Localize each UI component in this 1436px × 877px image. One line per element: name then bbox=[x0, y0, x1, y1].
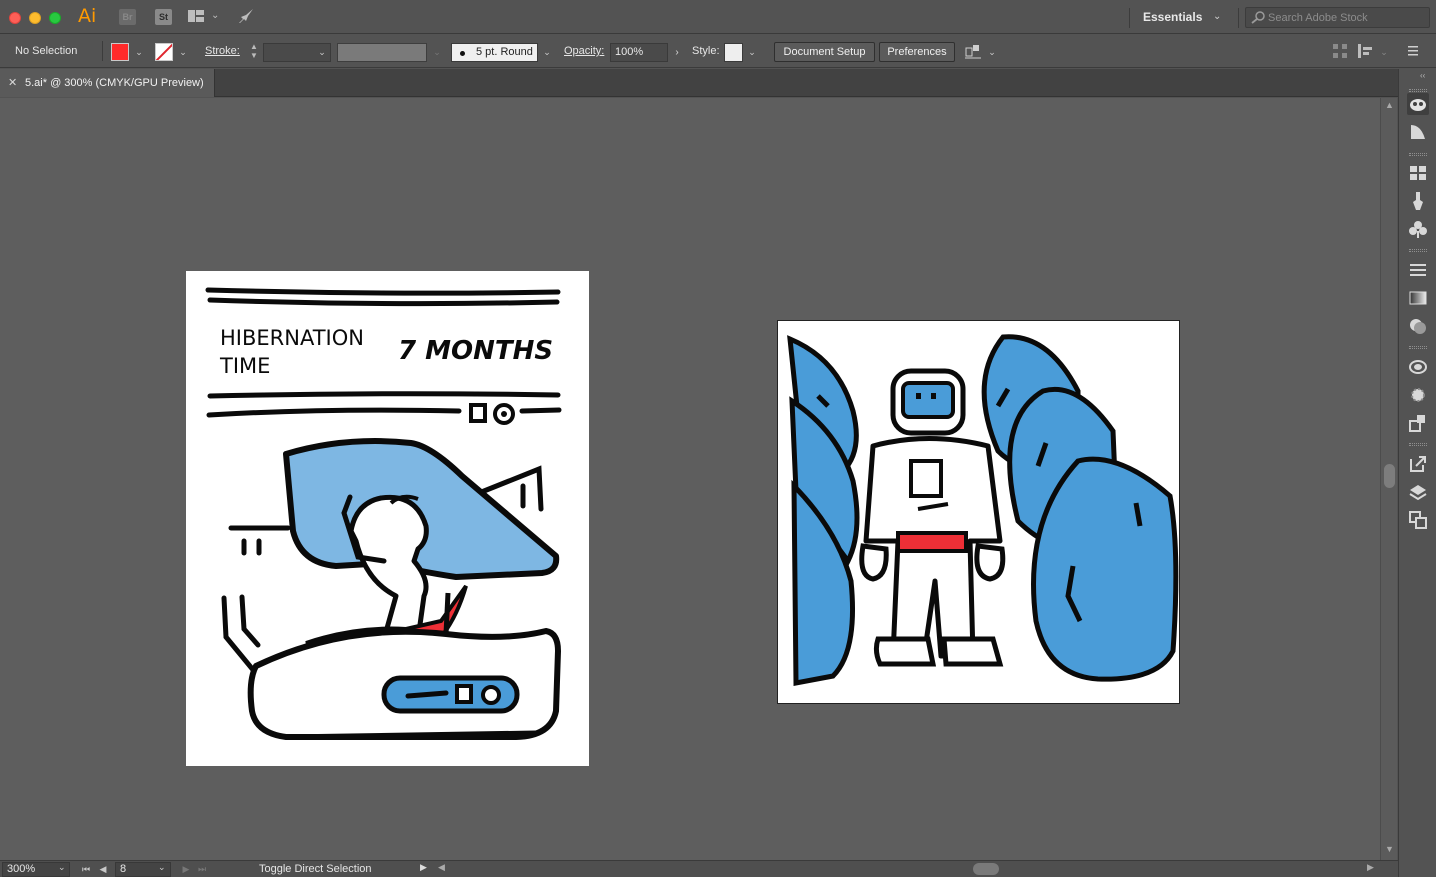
search-icon bbox=[1251, 11, 1265, 24]
divider bbox=[102, 41, 103, 61]
stroke-swatch[interactable] bbox=[155, 43, 173, 61]
panel-grip[interactable] bbox=[1409, 249, 1427, 252]
variable-width-profile[interactable] bbox=[337, 43, 427, 62]
divider bbox=[1129, 8, 1130, 28]
status-menu-icon[interactable]: ▶ bbox=[420, 862, 427, 873]
scroll-left-icon[interactable]: ◀ bbox=[438, 862, 445, 873]
astronaut-illustration bbox=[787, 334, 1179, 687]
chevron-down-icon[interactable]: ⌄ bbox=[158, 862, 166, 873]
chevron-down-icon[interactable]: ⌄ bbox=[58, 862, 66, 873]
stroke-weight-stepper[interactable]: ▲ ▼ bbox=[248, 42, 260, 62]
fill-swatch[interactable] bbox=[111, 43, 129, 61]
color-themes-icon[interactable] bbox=[1407, 356, 1429, 378]
workspace-switcher[interactable]: Essentials bbox=[1143, 10, 1202, 24]
vertical-scrollbar[interactable]: ▲ ▼ bbox=[1380, 98, 1397, 860]
selection-status: No Selection bbox=[15, 45, 78, 57]
document-setup-button[interactable]: Document Setup bbox=[774, 42, 875, 62]
panel-grip[interactable] bbox=[1409, 89, 1427, 92]
scroll-down-icon[interactable]: ▼ bbox=[1385, 844, 1394, 854]
chevron-down-icon[interactable]: ⌄ bbox=[985, 43, 999, 61]
opacity-label[interactable]: Opacity: bbox=[564, 45, 604, 57]
bridge-button[interactable]: Br bbox=[119, 9, 136, 25]
opacity-field[interactable]: 100% bbox=[610, 43, 668, 62]
stock-search-box[interactable] bbox=[1245, 7, 1430, 28]
panel-grip[interactable] bbox=[1409, 346, 1427, 349]
gpu-performance-icon[interactable] bbox=[237, 8, 255, 25]
panel-menu-icon[interactable] bbox=[1406, 44, 1420, 58]
minimize-window-button[interactable] bbox=[29, 12, 41, 24]
artboard-astronaut[interactable] bbox=[777, 320, 1180, 704]
horizontal-scroll-thumb[interactable] bbox=[973, 863, 999, 875]
graphic-styles-icon[interactable] bbox=[1407, 412, 1429, 434]
isolate-icon[interactable] bbox=[1358, 44, 1372, 58]
chevron-down-icon[interactable]: ⌄ bbox=[132, 43, 146, 61]
brush-tip-icon bbox=[460, 51, 465, 56]
symbols-icon[interactable] bbox=[1407, 218, 1429, 240]
heading-text-2: TIME bbox=[219, 354, 270, 378]
chevron-down-icon[interactable]: ⌄ bbox=[745, 43, 759, 61]
chevron-down-icon[interactable]: ⌄ bbox=[430, 43, 444, 61]
zoom-window-button[interactable] bbox=[49, 12, 61, 24]
status-bar: 300% ⌄ ⏮ ◀ 8 ⌄ ▶ ⏭ Toggle Direct Selecti… bbox=[0, 860, 1398, 877]
brush-definition-field[interactable]: 5 pt. Round bbox=[451, 43, 538, 62]
chevron-down-icon[interactable]: ⌄ bbox=[1213, 11, 1221, 22]
search-input[interactable] bbox=[1268, 9, 1426, 26]
collapse-panels-icon[interactable]: ‹‹ bbox=[1420, 71, 1425, 80]
divider bbox=[1238, 8, 1239, 28]
scroll-right-icon[interactable]: ▶ bbox=[1367, 862, 1374, 873]
chevron-down-icon[interactable]: ⌄ bbox=[211, 10, 219, 21]
graphic-style-swatch[interactable] bbox=[724, 43, 743, 62]
stroke-icon[interactable] bbox=[1407, 259, 1429, 281]
appearance-icon[interactable] bbox=[1407, 384, 1429, 406]
swatches-icon[interactable] bbox=[1407, 162, 1429, 184]
stroke-label[interactable]: Stroke: bbox=[205, 45, 240, 57]
illustrator-logo: Ai bbox=[78, 5, 97, 27]
status-text: Toggle Direct Selection bbox=[259, 863, 372, 875]
next-artboard-icon[interactable]: ▶ bbox=[180, 862, 192, 876]
months-text: 7 MONTHS bbox=[398, 336, 553, 366]
arrange-documents-icon[interactable] bbox=[188, 10, 204, 22]
previous-artboard-icon[interactable]: ◀ bbox=[97, 862, 109, 876]
style-label: Style: bbox=[692, 45, 720, 57]
chevron-down-icon[interactable]: ⌄ bbox=[1377, 43, 1391, 61]
document-tab-title: 5.ai* @ 300% (CMYK/GPU Preview) bbox=[25, 77, 204, 89]
close-window-button[interactable] bbox=[9, 12, 21, 24]
align-objects-icon[interactable] bbox=[965, 44, 981, 60]
panel-grip[interactable] bbox=[1409, 443, 1427, 446]
cc-libraries-icon[interactable] bbox=[1407, 93, 1429, 115]
panel-dock: ‹‹ bbox=[1398, 69, 1436, 877]
chevron-right-icon[interactable]: › bbox=[670, 43, 684, 62]
brush-name: 5 pt. Round bbox=[476, 46, 533, 58]
first-artboard-icon[interactable]: ⏮ bbox=[80, 862, 92, 876]
last-artboard-icon[interactable]: ⏭ bbox=[196, 862, 208, 876]
app-title-bar: Ai Br St ⌄ Essentials ⌄ bbox=[0, 0, 1436, 34]
stock-button[interactable]: St bbox=[155, 9, 172, 25]
export-icon[interactable] bbox=[1407, 453, 1429, 475]
chevron-down-icon[interactable]: ⌄ bbox=[540, 43, 554, 61]
control-bar: No Selection ⌄ ⌄ Stroke: ▲ ▼ ⌄ ⌄ 5 pt. Ro… bbox=[0, 35, 1436, 68]
transform-grid-icon[interactable] bbox=[1333, 44, 1347, 58]
hibernation-illustration: HIBERNATION TIME 7 MONTHS bbox=[205, 287, 562, 740]
artboards-icon[interactable] bbox=[1407, 509, 1429, 531]
scroll-up-icon[interactable]: ▲ bbox=[1385, 100, 1394, 110]
close-icon[interactable]: ✕ bbox=[8, 76, 17, 89]
vertical-scroll-thumb[interactable] bbox=[1384, 464, 1395, 488]
heading-text: HIBERNATION bbox=[220, 326, 364, 350]
gradient-icon[interactable] bbox=[1407, 287, 1429, 309]
artboard-hibernation[interactable]: HIBERNATION TIME 7 MONTHS bbox=[186, 271, 589, 766]
document-tab-bar: ✕ 5.ai* @ 300% (CMYK/GPU Preview) bbox=[0, 69, 1398, 97]
image-trace-icon[interactable] bbox=[1407, 121, 1429, 143]
chevron-down-icon[interactable]: ⌄ bbox=[176, 43, 190, 61]
preferences-button[interactable]: Preferences bbox=[879, 42, 955, 62]
layers-icon[interactable] bbox=[1407, 481, 1429, 503]
transparency-icon[interactable] bbox=[1407, 315, 1429, 337]
panel-grip[interactable] bbox=[1409, 153, 1427, 156]
document-tab[interactable]: ✕ 5.ai* @ 300% (CMYK/GPU Preview) bbox=[0, 69, 215, 97]
chevron-down-icon[interactable]: ⌄ bbox=[315, 43, 329, 61]
brushes-icon[interactable] bbox=[1407, 190, 1429, 212]
